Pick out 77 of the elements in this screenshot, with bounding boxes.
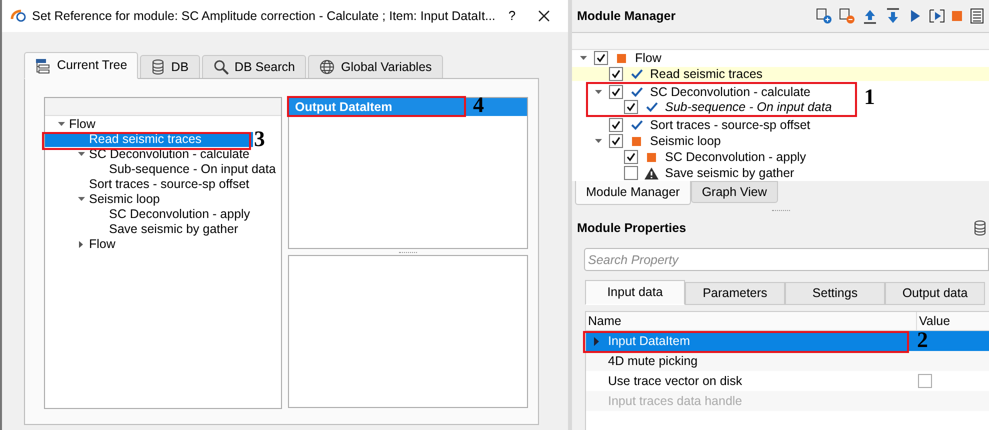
- database-icon: [973, 220, 987, 236]
- column-header[interactable]: Name: [586, 312, 916, 330]
- module-name: Save seismic by gather: [665, 164, 794, 182]
- module-row[interactable]: Sub-sequence - On input data: [608, 100, 836, 114]
- expanded-arrow-icon[interactable]: [594, 136, 602, 146]
- tab[interactable]: Input data: [585, 280, 685, 305]
- check-icon: [630, 119, 644, 131]
- tree-item[interactable]: SC Deconvolution - apply: [45, 207, 254, 222]
- checkbox[interactable]: [609, 67, 623, 81]
- globe-icon: [319, 59, 335, 75]
- tab[interactable]: DB: [140, 55, 200, 79]
- help-button[interactable]: ?: [502, 6, 522, 26]
- module-name: Sub-sequence - On input data: [665, 98, 832, 116]
- checkbox[interactable]: [624, 100, 638, 114]
- tree-item[interactable]: Seismic loop: [45, 192, 164, 207]
- callout-number: 3: [254, 128, 265, 150]
- tree-icon: [35, 58, 51, 74]
- add-module-icon[interactable]: [816, 8, 832, 24]
- module-name: Flow: [635, 50, 662, 67]
- module-row[interactable]: Read seismic traces: [572, 67, 989, 81]
- module-name: Sort traces - source-sp offset: [650, 116, 810, 134]
- checkbox[interactable]: [609, 118, 623, 132]
- tree-item[interactable]: Save seismic by gather: [45, 222, 242, 237]
- tab[interactable]: DB Search: [202, 55, 306, 79]
- module-block-icon: [617, 54, 626, 62]
- database-icon: [151, 59, 166, 75]
- tab[interactable]: Parameters: [685, 282, 785, 305]
- module-name: SC Deconvolution - apply: [665, 148, 806, 166]
- move-down-icon[interactable]: [885, 8, 901, 24]
- property-row[interactable]: 4D mute picking: [586, 351, 989, 371]
- panel-title: Module Manager: [577, 8, 676, 25]
- callout-number: 1: [864, 86, 875, 108]
- tree-item[interactable]: Flow: [45, 117, 100, 132]
- tab[interactable]: Module Manager: [575, 181, 691, 205]
- app-logo-icon: [10, 9, 28, 23]
- module-row[interactable]: Save seismic by gather: [608, 166, 798, 180]
- module-name: SC Deconvolution - calculate: [650, 84, 810, 101]
- tab[interactable]: Graph View: [690, 181, 778, 203]
- check-icon: [630, 68, 644, 80]
- module-row[interactable]: Seismic loop: [593, 134, 725, 148]
- panel-title: Module Properties: [577, 220, 686, 237]
- run-icon[interactable]: [908, 8, 922, 24]
- module-row[interactable]: Sort traces - source-sp offset: [593, 118, 814, 132]
- module-name: Read seismic traces: [650, 66, 763, 83]
- close-icon[interactable]: [538, 10, 550, 22]
- tab[interactable]: Current Tree: [24, 52, 138, 79]
- check-icon: [630, 86, 644, 98]
- callout-number: 2: [917, 329, 928, 351]
- checkbox[interactable]: [594, 51, 608, 65]
- window-title: Set Reference for module: SC Amplitude correction - Calculate ; Item: Input DataIt...: [32, 8, 496, 25]
- tab[interactable]: Settings: [785, 282, 885, 305]
- module-row[interactable]: SC Deconvolution - apply: [608, 150, 810, 164]
- column-header[interactable]: Value: [916, 312, 989, 330]
- remove-module-icon[interactable]: [839, 8, 855, 24]
- checkbox[interactable]: [624, 150, 638, 164]
- search-icon: [212, 59, 229, 75]
- checkbox[interactable]: [918, 374, 932, 388]
- checkbox[interactable]: [624, 166, 638, 180]
- collapsed-arrow-icon[interactable]: [76, 240, 86, 249]
- move-up-icon[interactable]: [862, 8, 878, 24]
- checkbox[interactable]: [609, 134, 623, 148]
- expanded-arrow-icon[interactable]: [578, 54, 588, 62]
- checkbox[interactable]: [609, 85, 623, 99]
- expanded-arrow-icon[interactable]: [594, 88, 602, 96]
- module-row[interactable]: SC Deconvolution - calculate: [593, 85, 814, 99]
- search-field[interactable]: Search Property: [584, 248, 989, 271]
- tree-item[interactable]: Sub-sequence - On input data: [45, 162, 280, 177]
- tab[interactable]: Global Variables: [308, 55, 443, 79]
- check-icon: [644, 101, 658, 113]
- collapsed-arrow-icon[interactable]: [594, 336, 600, 346]
- log-icon[interactable]: [969, 8, 985, 24]
- tree-item[interactable]: Flow: [45, 237, 120, 252]
- module-row[interactable]: Flow: [578, 51, 666, 65]
- tab[interactable]: Output data: [885, 282, 985, 305]
- tree-item[interactable]: Sort traces - source-sp offset: [45, 177, 254, 192]
- step-run-icon[interactable]: [929, 8, 945, 24]
- module-name: Seismic loop: [650, 132, 721, 150]
